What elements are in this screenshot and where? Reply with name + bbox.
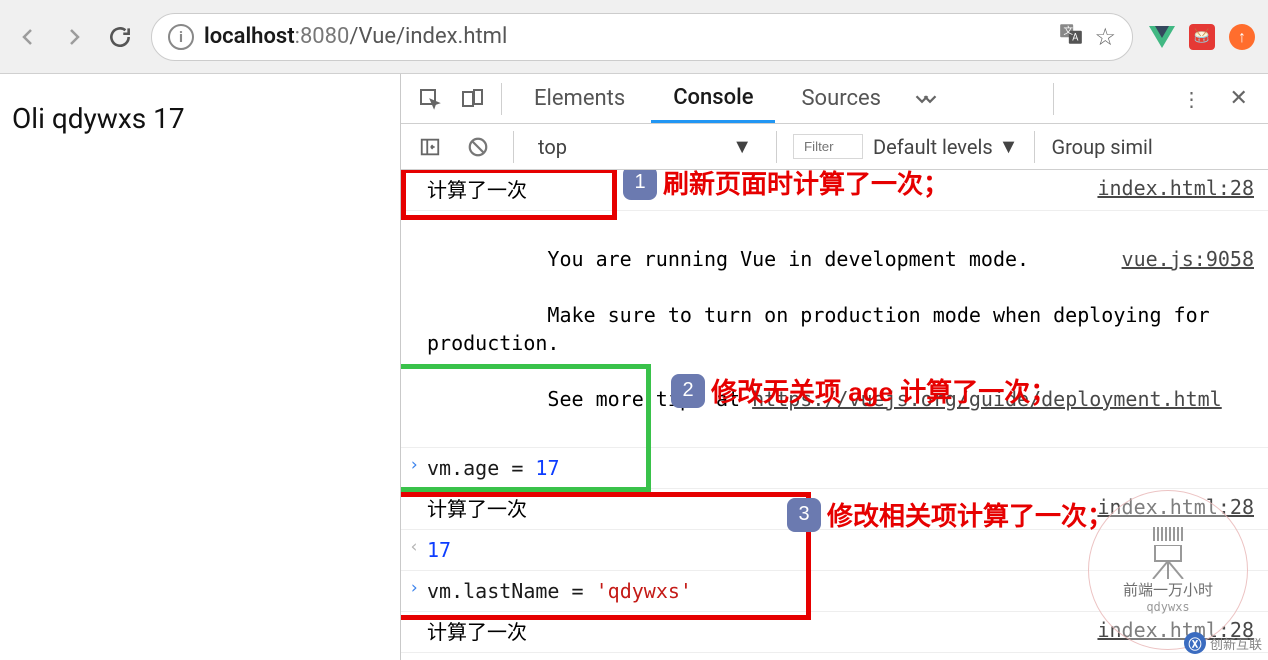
console-output-line: ‹ 17 <box>401 530 1268 571</box>
devtools-menu-icon[interactable]: ⋮ <box>1168 87 1216 111</box>
inspect-element-icon[interactable] <box>411 80 449 118</box>
console-log-line: 计算了一次 index.html:28 <box>401 489 1268 530</box>
source-link[interactable]: index.html:28 <box>1097 618 1254 642</box>
source-link[interactable]: vue.js:9058 <box>1122 245 1254 273</box>
back-button[interactable] <box>13 22 43 52</box>
translate-icon[interactable]: 文A <box>1058 21 1084 53</box>
chevron-down-icon: ▼ <box>732 134 752 159</box>
devtools-panel: Elements Console Sources ⋮ ✕ top ▼ <box>400 74 1268 660</box>
console-input-line[interactable]: › vm.age = 17 <box>401 448 1268 489</box>
output-chevron-icon: ‹ <box>409 537 419 557</box>
clear-console-icon[interactable] <box>459 128 497 166</box>
group-similar-label: Group simil <box>1051 135 1152 159</box>
log-levels-selector[interactable]: Default levels ▼ <box>873 134 1018 159</box>
chevron-down-icon: ▼ <box>999 134 1019 159</box>
url-path: /Vue/index.html <box>349 24 507 49</box>
bookmark-star-icon[interactable]: ☆ <box>1094 23 1116 51</box>
input-chevron-icon: › <box>409 578 419 598</box>
extension-icon[interactable]: ↑ <box>1229 24 1255 50</box>
extension-icon[interactable]: 🥁 <box>1189 24 1215 50</box>
reload-button[interactable] <box>105 22 135 52</box>
page-body-text: Oli qdywxs 17 <box>12 102 185 135</box>
tab-console[interactable]: Console <box>651 74 775 123</box>
console-filter-input[interactable] <box>793 134 863 159</box>
url-host: localhost <box>204 24 295 49</box>
context-selector[interactable]: top ▼ <box>530 132 760 161</box>
deploy-link[interactable]: https://vuejs.org/guide/deployment.html <box>752 387 1222 411</box>
vue-devtools-icon[interactable] <box>1149 26 1175 48</box>
devtools-close-icon[interactable]: ✕ <box>1220 86 1258 111</box>
more-tabs-icon[interactable] <box>907 80 945 118</box>
site-info-icon[interactable]: i <box>168 24 194 50</box>
console-body: 计算了一次 index.html:28 You are running Vue … <box>401 170 1268 660</box>
source-link[interactable]: index.html:28 <box>1097 176 1254 200</box>
forward-button[interactable] <box>59 22 89 52</box>
console-output-line: ‹ "qdywxs" <box>401 653 1268 660</box>
extension-icons: 🥁 ↑ <box>1149 24 1255 50</box>
svg-text:A: A <box>1073 32 1080 43</box>
page-content: Oli qdywxs 17 <box>0 74 400 660</box>
device-toolbar-icon[interactable] <box>453 80 491 118</box>
console-sidebar-toggle-icon[interactable] <box>411 128 449 166</box>
console-log-line: 计算了一次 index.html:28 <box>401 170 1268 211</box>
console-log-line: You are running Vue in development mode.… <box>401 211 1268 448</box>
source-link[interactable]: index.html:28 <box>1097 495 1254 519</box>
url-port: :8080 <box>295 24 350 49</box>
console-log-line: 计算了一次 index.html:28 <box>401 612 1268 653</box>
input-chevron-icon: › <box>409 455 419 475</box>
browser-toolbar: i localhost:8080/Vue/index.html 文A ☆ 🥁 ↑ <box>0 0 1268 74</box>
devtools-tabs: Elements Console Sources ⋮ ✕ <box>401 74 1268 124</box>
tab-sources[interactable]: Sources <box>779 74 903 123</box>
console-input-line[interactable]: › vm.lastName = 'qdywxs' <box>401 571 1268 612</box>
console-toolbar: top ▼ Default levels ▼ Group simil <box>401 124 1268 170</box>
tab-elements[interactable]: Elements <box>512 74 647 123</box>
address-bar[interactable]: i localhost:8080/Vue/index.html 文A ☆ <box>151 13 1133 61</box>
